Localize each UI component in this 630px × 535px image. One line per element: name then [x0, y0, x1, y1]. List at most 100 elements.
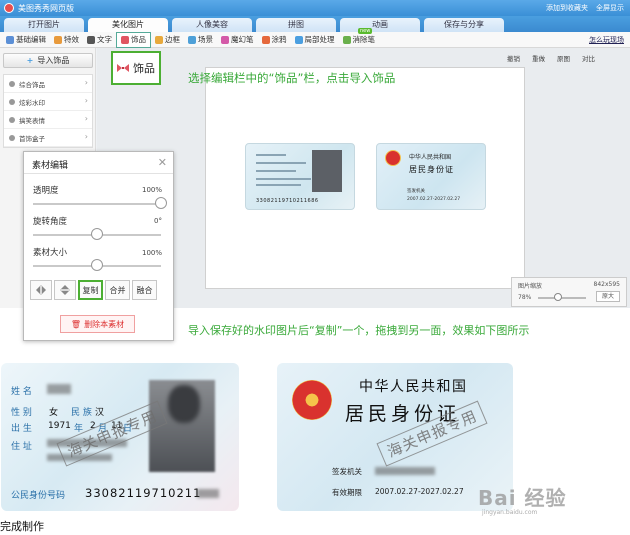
original-button[interactable]: 原图	[557, 53, 570, 63]
step1-annotation: 选择编辑栏中的“饰品”栏，点击导入饰品	[188, 71, 396, 85]
main-tabs: 打开图片 美化图片 人像美容 拼图 动画 保存与分享	[0, 16, 630, 32]
tab-collage[interactable]: 拼图	[256, 18, 336, 32]
frame-icon	[155, 35, 163, 44]
canvas-id-front[interactable]: 33082119710211686	[245, 143, 355, 210]
edit-toolbar: 基础编辑 特效 文字 饰品 边框 场景 魔幻笔 涂鸦 局部处理 消除笔 怎么玩现…	[0, 31, 630, 48]
tab-portrait[interactable]: 人像美容	[172, 18, 252, 32]
import-decoration-button[interactable]: + 导入饰品	[3, 53, 93, 68]
chevron-right-icon: ›	[84, 96, 88, 105]
chevron-right-icon: ›	[84, 78, 88, 87]
zoom-percent: 78%	[518, 294, 532, 301]
chevron-right-icon: ›	[84, 114, 88, 123]
category-icon	[9, 116, 15, 123]
tab-beautify[interactable]: 美化图片	[88, 18, 168, 32]
text-icon	[87, 35, 95, 44]
tab-save-share[interactable]: 保存与分享	[424, 18, 504, 32]
blend-button[interactable]: 融合	[132, 280, 157, 300]
country-name: 中华人民共和国	[359, 379, 468, 395]
size-label: 素材大小	[33, 248, 68, 258]
opacity-slider-knob[interactable]	[155, 197, 167, 209]
bow-icon	[117, 64, 129, 72]
doodle-icon	[261, 35, 270, 44]
opacity-value: 100%	[141, 186, 162, 194]
canvas-id-back[interactable]: 中华人民共和国 居民身份证 签发机关 2007.02.27-2027.02.27	[376, 143, 486, 210]
redo-button[interactable]: 重做	[532, 53, 545, 63]
rotate-value: 0°	[154, 217, 162, 225]
national-emblem-icon	[292, 380, 332, 420]
baidu-jingyan-logo: Bai 经验 jingyan.baidu.com	[478, 486, 567, 516]
workspace-toolbar: 撤销 重做 原图 对比	[507, 53, 595, 63]
image-size: 842x595	[593, 281, 620, 288]
basic-edit-icon	[6, 35, 14, 44]
opacity-slider-track[interactable]	[33, 203, 161, 205]
rotate-slider-knob[interactable]	[91, 228, 103, 240]
category-list: 综合饰品 › 炫彩水印 › 搞笑表情 › 首饰盒子 ›	[3, 74, 93, 148]
size-slider-knob[interactable]	[91, 259, 103, 271]
fullscreen-link[interactable]: 全屏显示	[596, 3, 624, 13]
flip-vertical-button[interactable]	[54, 280, 76, 300]
trash-icon: 🗑	[70, 319, 82, 329]
chevron-right-icon: ›	[84, 132, 88, 141]
id-number: 33082119710211	[85, 486, 202, 500]
blurred-authority	[375, 467, 435, 475]
category-item[interactable]: 搞笑表情 ›	[4, 111, 92, 129]
workspace: 撤销 重做 原图 对比 图片缩放 842x595 78% 原大	[97, 48, 630, 308]
merge-button[interactable]: 合并	[105, 280, 130, 300]
blurred-id-digits	[197, 489, 219, 498]
tool-effects[interactable]: 特效	[50, 32, 83, 48]
category-icon	[9, 98, 15, 105]
tool-frame[interactable]: 边框	[151, 32, 184, 48]
bow-icon	[121, 35, 129, 44]
panel-title: 素材编辑	[32, 161, 69, 171]
tool-magic-pen[interactable]: 魔幻笔	[217, 32, 258, 48]
category-icon	[9, 80, 15, 87]
zoom-slider-knob[interactable]	[554, 293, 562, 301]
category-item[interactable]: 炫彩水印 ›	[4, 93, 92, 111]
category-item[interactable]: 首饰盒子 ›	[4, 129, 92, 147]
tool-basic-edit[interactable]: 基础编辑	[2, 32, 50, 48]
footer-caption: 完成制作	[0, 520, 44, 533]
actual-size-button[interactable]: 原大	[596, 291, 620, 302]
tool-decoration[interactable]: 饰品	[116, 31, 151, 48]
zoom-panel: 图片缩放 842x595 78% 原大	[511, 277, 627, 307]
compare-button[interactable]: 对比	[582, 53, 595, 63]
magic-pen-icon	[221, 35, 229, 44]
tool-text[interactable]: 文字	[83, 32, 116, 48]
category-item[interactable]: 综合饰品 ›	[4, 75, 92, 93]
app-title: 美图秀秀网页版	[18, 4, 74, 13]
eraser-pen-icon	[342, 35, 351, 44]
title-bar: 美图秀秀网页版 添加到收藏夹 全屏显示	[0, 0, 630, 16]
tool-doodle[interactable]: 涂鸦	[258, 32, 291, 48]
flip-vertical-icon	[60, 285, 70, 295]
rotate-label: 旋转角度	[33, 217, 68, 227]
step2-annotation: 导入保存好的水印图片后“复制”一个，拖拽到另一面，效果如下图所示	[188, 324, 530, 337]
flip-horizontal-button[interactable]	[30, 280, 52, 300]
tool-scene[interactable]: 场景	[184, 32, 217, 48]
zoom-label: 图片缩放	[518, 283, 543, 290]
how-to-play-link[interactable]: 怎么玩现场	[589, 35, 624, 45]
size-value: 100%	[141, 249, 162, 257]
add-favorite-link[interactable]: 添加到收藏夹	[546, 3, 588, 13]
flip-horizontal-icon	[36, 285, 46, 295]
delete-material-button[interactable]: 🗑 删除本素材	[60, 315, 135, 333]
effects-icon	[54, 35, 62, 44]
id-card-front: 姓 名 性 别 女 民 族 汉 出 生 1971 年 2 月 11 日 住 址 …	[1, 363, 239, 511]
canvas-id-number: 33082119710211686	[256, 198, 319, 204]
tab-animation[interactable]: 动画	[340, 18, 420, 32]
scene-icon	[188, 35, 196, 44]
plus-icon: +	[26, 56, 34, 65]
material-edit-panel: 素材编辑 ✕ 透明度 100% 旋转角度 0° 素材大小 100% 复制 合并 …	[23, 151, 174, 341]
decoration-callout[interactable]: 饰品	[111, 51, 161, 85]
copy-button[interactable]: 复制	[78, 280, 103, 300]
app-logo-icon	[4, 3, 14, 13]
close-icon[interactable]: ✕	[158, 156, 167, 169]
opacity-label: 透明度	[33, 186, 59, 196]
new-badge: new	[358, 28, 373, 34]
blurred-name	[47, 384, 71, 394]
local-process-icon	[294, 35, 303, 44]
undo-button[interactable]: 撤销	[507, 53, 520, 63]
zoom-slider-track[interactable]	[538, 297, 586, 299]
national-emblem-icon	[385, 150, 401, 166]
tab-open-image[interactable]: 打开图片	[4, 18, 84, 32]
tool-local-process[interactable]: 局部处理	[291, 32, 339, 48]
